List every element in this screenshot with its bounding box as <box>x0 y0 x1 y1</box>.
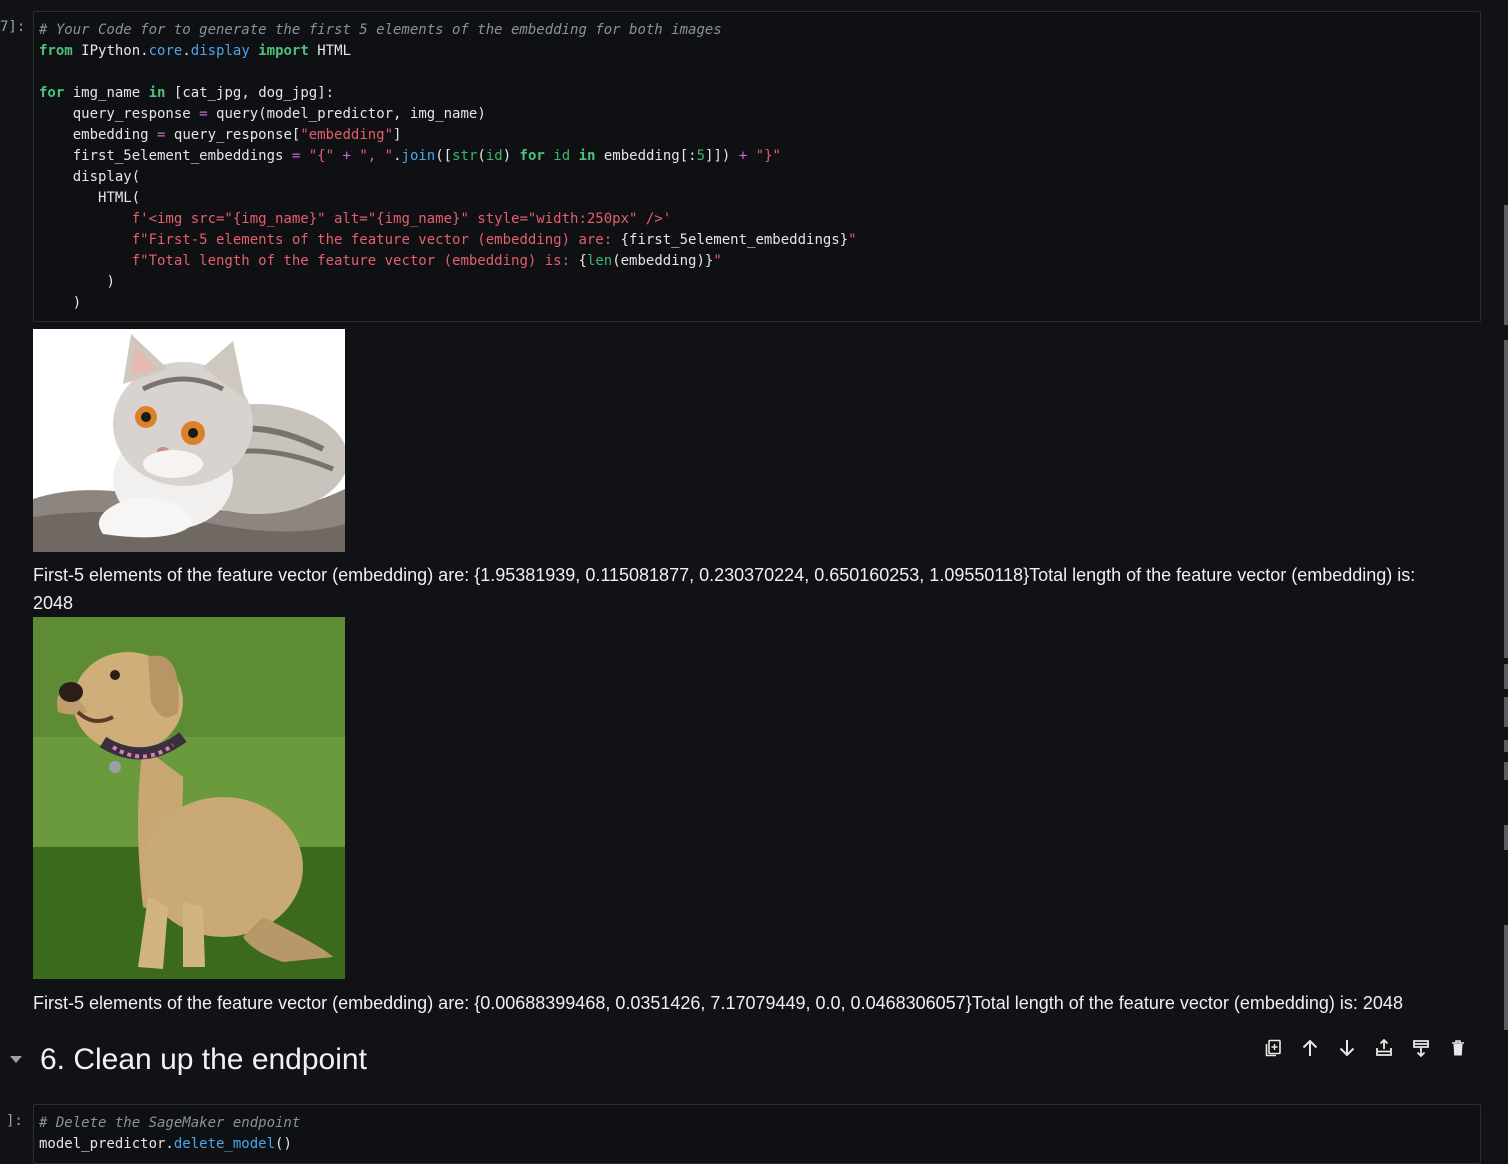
move-up-icon[interactable] <box>1299 1037 1321 1059</box>
code-token: f'<img src="{img_name}" alt="{img_name}"… <box>131 211 672 227</box>
code-token: {first_5element_embeddings} <box>620 232 849 248</box>
code-token: query_response <box>72 106 191 122</box>
scrollbar-marker[interactable] <box>1504 340 1508 658</box>
embedding-length-text: 2048 <box>33 593 74 613</box>
code-token: id <box>485 148 503 164</box>
scrollbar-marker[interactable] <box>1504 697 1508 727</box>
code-token: " <box>848 232 857 248</box>
move-down-icon[interactable] <box>1336 1037 1358 1059</box>
code-token: f"First-5 elements of the feature vector… <box>131 232 621 248</box>
code-token: from <box>39 43 73 59</box>
scrollbar-marker[interactable] <box>1504 925 1508 1030</box>
code-token: + <box>738 148 748 164</box>
code-token: for <box>39 85 65 101</box>
code-token: import <box>258 43 309 59</box>
scrollbar-marker[interactable] <box>1504 762 1508 780</box>
code-token: ) <box>106 274 115 290</box>
cell-toolbar <box>1262 1037 1469 1059</box>
code-token: model_predictor. <box>39 1136 174 1152</box>
collapse-section-icon[interactable] <box>10 1056 22 1063</box>
delete-icon[interactable] <box>1447 1037 1469 1059</box>
code-token: str <box>452 148 478 164</box>
duplicate-icon[interactable] <box>1262 1037 1284 1059</box>
code-token: id <box>553 148 571 164</box>
code-token: in <box>578 148 596 164</box>
code-token: display( <box>72 169 141 185</box>
code-token: = <box>291 148 301 164</box>
code-token: ) <box>72 295 82 311</box>
code-token: 5 <box>696 148 706 164</box>
code-token: embedding <box>72 127 149 143</box>
scrollbar-marker[interactable] <box>1504 825 1508 850</box>
code-token: = <box>157 127 166 143</box>
cell-prompt: ]: <box>6 1113 23 1129</box>
code-token: embedding[: <box>603 148 697 164</box>
dog-illustration <box>33 617 345 979</box>
code-token: { <box>578 253 587 269</box>
embedding-output-text: First-5 elements of the feature vector (… <box>33 993 1403 1013</box>
scrollbar-marker[interactable] <box>1504 740 1508 752</box>
code-token: join <box>401 148 436 164</box>
code-token: for <box>519 148 545 164</box>
cat-illustration <box>33 329 345 552</box>
insert-below-icon[interactable] <box>1410 1037 1432 1059</box>
code-token: ", " <box>359 148 394 164</box>
code-comment: # Delete the SageMaker endpoint <box>39 1115 301 1131</box>
code-token: "embedding" <box>300 127 394 143</box>
code-token: len <box>586 253 613 269</box>
code-token: IPython <box>81 43 141 59</box>
code-token: "}" <box>755 148 781 164</box>
code-token: f"Total length of the feature vector (em… <box>131 253 579 269</box>
code-token: HTML <box>317 43 351 59</box>
code-token: img_name <box>72 85 141 101</box>
code-token: query(model_predictor, img_name) <box>216 106 486 122</box>
code-editor[interactable]: # Your Code for to generate the first 5 … <box>34 12 1480 314</box>
section-heading: 6. Clean up the endpoint <box>40 1043 367 1076</box>
cell-prompt: 7]: <box>0 19 26 35</box>
scrollbar-marker[interactable] <box>1504 205 1508 325</box>
code-token: display <box>190 43 250 59</box>
code-token: () <box>275 1136 292 1152</box>
code-token: HTML( <box>98 190 141 206</box>
code-token: "{" <box>308 148 335 164</box>
code-comment: # Your Code for to generate the first 5 … <box>39 22 722 38</box>
code-token: [cat_jpg, dog_jpg]: <box>173 85 335 101</box>
embedding-output-text: First-5 elements of the feature vector (… <box>33 565 1416 585</box>
insert-above-icon[interactable] <box>1373 1037 1395 1059</box>
code-token: first_5element_embeddings <box>72 148 284 164</box>
scrollbar-marker[interactable] <box>1504 664 1508 689</box>
code-cell[interactable]: # Your Code for to generate the first 5 … <box>33 11 1481 322</box>
code-token: = <box>199 106 208 122</box>
code-token: core <box>148 43 183 59</box>
code-token: ]]) <box>705 148 731 164</box>
code-token: (embedding)} <box>612 253 714 269</box>
code-token: " <box>713 253 722 269</box>
cat-image <box>33 329 345 552</box>
code-token: query_response[ <box>173 127 301 143</box>
code-cell[interactable]: # Delete the SageMaker endpoint model_pr… <box>33 1104 1481 1164</box>
code-token: ] <box>393 127 402 143</box>
dog-image <box>33 617 345 979</box>
code-token: + <box>342 148 351 164</box>
code-token: delete_model <box>173 1136 276 1152</box>
code-token: in <box>148 85 166 101</box>
code-editor[interactable]: # Delete the SageMaker endpoint model_pr… <box>34 1105 1480 1155</box>
